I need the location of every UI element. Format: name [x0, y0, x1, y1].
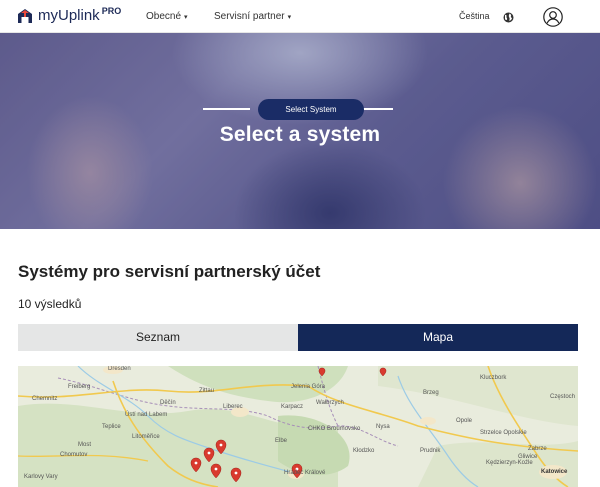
map-label: Hradec Králové	[284, 470, 326, 476]
map-label: Chemnitz	[32, 396, 58, 402]
tab-seznam[interactable]: Seznam	[18, 324, 298, 351]
systems-map[interactable]: Dresden Freiberg Chemnitz Ústí nad Labem…	[18, 366, 578, 487]
hero-banner: Select System Select a system	[0, 33, 600, 229]
hero-step-pill: Select System	[258, 99, 364, 120]
map-label: Zittau	[199, 388, 215, 394]
view-tabs: Seznam Mapa	[18, 324, 578, 351]
map-label: Strzelce Opolskie	[480, 430, 527, 436]
user-account-icon[interactable]	[543, 7, 563, 27]
map-label: Kędzierzyn-Koźle	[486, 460, 533, 466]
map-label: Děčín	[160, 400, 176, 406]
nav-servisni-partner-label: Servisní partner	[214, 11, 285, 22]
map-label: Karlovy Vary	[24, 474, 58, 480]
chevron-down-icon: ▾	[184, 14, 188, 21]
map-label: Litoměřice	[132, 434, 160, 440]
map-label: Zabrze	[528, 446, 547, 452]
map-label: Ústí nad Labem	[125, 412, 168, 418]
results-count: 10 výsledků	[18, 297, 82, 311]
house-logo-icon	[17, 8, 33, 24]
chevron-down-icon: ▾	[287, 14, 292, 21]
map-label: Gliwice	[518, 454, 538, 460]
language-selector[interactable]: Čeština	[459, 11, 490, 21]
logo-text: myUplink	[38, 7, 100, 24]
map-label: Teplice	[102, 424, 121, 430]
nav-obecne[interactable]: Obecné ▾	[146, 11, 188, 22]
map-label: Nysa	[376, 424, 390, 430]
map-label: CHKO Broumovsko	[308, 426, 361, 432]
map-label: Liberec	[223, 404, 243, 410]
map-label: Wałbrzych	[316, 400, 344, 406]
map-label: Opole	[456, 418, 473, 424]
hero-title: Select a system	[219, 123, 381, 146]
top-navigation-bar: myUplink PRO Obecné ▾ Servisní partner ▾ Č…	[0, 0, 600, 33]
map-label: Freiberg	[68, 384, 91, 390]
nav-servisni-partner[interactable]: Servisní partner ▾	[214, 11, 291, 22]
map-label: Katowice	[541, 469, 568, 475]
logo[interactable]: myUplink PRO	[17, 5, 122, 24]
map-label: Częstoch	[550, 394, 576, 400]
page-heading: Systémy pro servisní partnerský účet	[18, 262, 321, 281]
tab-mapa[interactable]: Mapa	[298, 324, 578, 351]
map-label: Karpacz	[281, 404, 304, 410]
map-label: Elbe	[275, 438, 288, 444]
map-label: Kluczbork	[480, 375, 507, 381]
map-label: Chomutov	[60, 452, 88, 458]
map-label: Prudnik	[420, 448, 441, 454]
hero-divider-left	[203, 108, 250, 110]
map-label: Kłodzko	[353, 448, 375, 454]
globe-icon[interactable]	[503, 10, 514, 23]
logo-pro-badge: PRO	[101, 5, 122, 16]
map-label: Brzeg	[423, 390, 439, 396]
nav-obecne-label: Obecné	[146, 11, 182, 22]
map-label: Most	[78, 442, 92, 448]
map-label: Dresden	[108, 366, 131, 372]
map-label: Jelenia Góra	[291, 384, 326, 390]
